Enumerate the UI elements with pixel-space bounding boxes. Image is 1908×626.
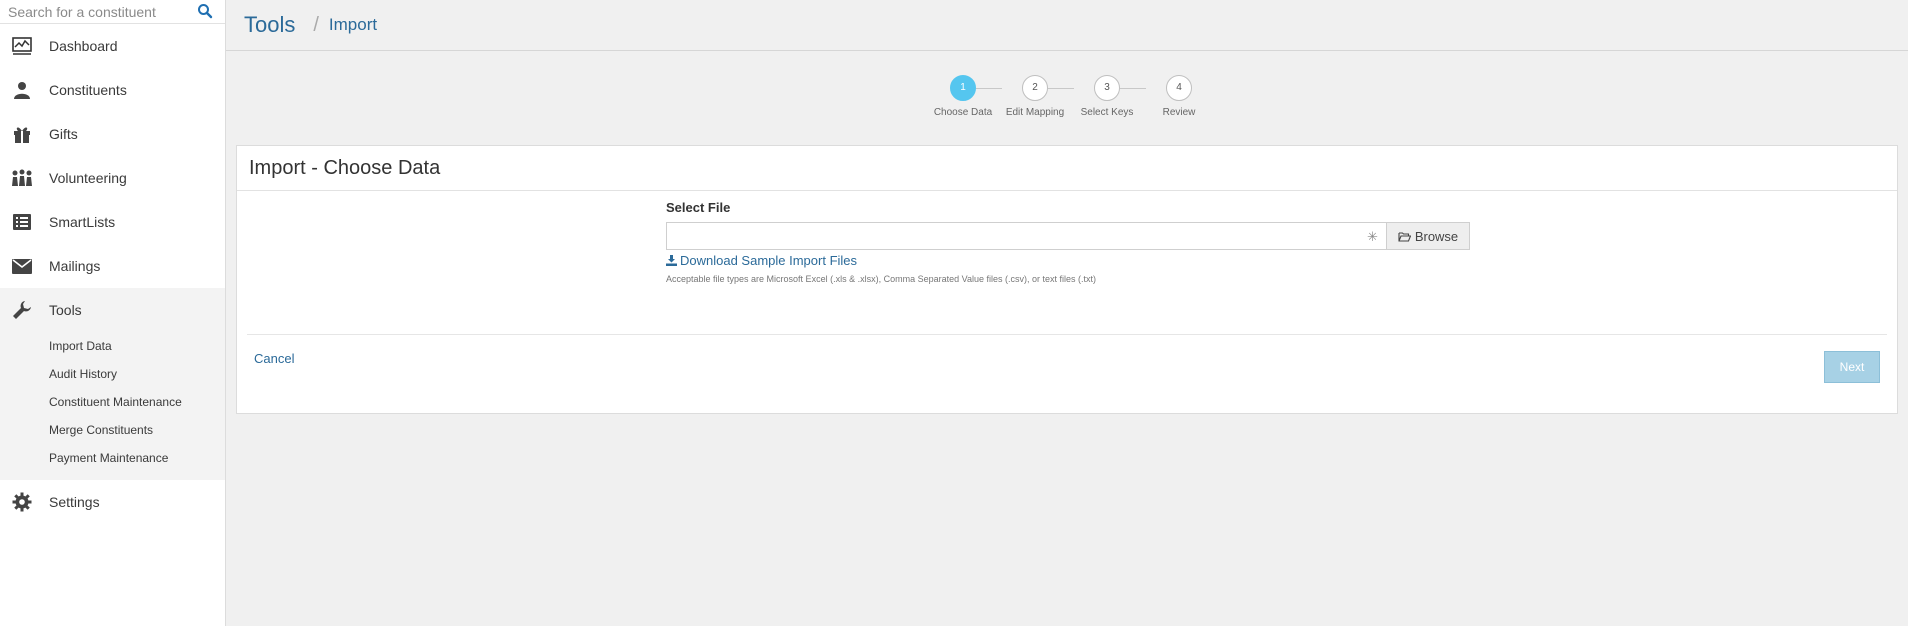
volunteers-icon (11, 167, 33, 189)
step-number: 3 (1094, 75, 1120, 101)
wrench-icon (11, 299, 33, 321)
browse-button[interactable]: Browse (1386, 222, 1470, 250)
step-number: 1 (950, 75, 976, 101)
sidebar-item-dashboard[interactable]: Dashboard (0, 24, 225, 68)
step-review: 4 Review (1134, 75, 1224, 118)
download-sample-link[interactable]: Download Sample Import Files (666, 253, 857, 268)
sidebar-subitem-audit-history[interactable]: Audit History (0, 360, 225, 388)
tools-group: Tools Import Data Audit History Constitu… (0, 288, 225, 480)
sidebar-subitem-merge-constituents[interactable]: Merge Constituents (0, 416, 225, 444)
envelope-icon (11, 255, 33, 277)
sidebar-subitem-payment-maintenance[interactable]: Payment Maintenance (0, 444, 225, 472)
sidebar-item-label: Mailings (49, 258, 101, 274)
sidebar-item-label: Volunteering (49, 170, 127, 186)
list-icon (11, 211, 33, 233)
dashboard-icon (11, 35, 33, 57)
sidebar-item-label: Gifts (49, 126, 78, 142)
sidebar-item-label: SmartLists (49, 214, 116, 230)
search-bar (0, 0, 225, 24)
sidebar-item-label: Tools (49, 302, 82, 318)
footer-divider (247, 334, 1887, 335)
download-icon (666, 255, 677, 266)
panel-title: Import - Choose Data (237, 146, 1897, 191)
import-stepper: 1 Choose Data 2 Edit Mapping 3 Select Ke… (920, 75, 1200, 135)
next-button[interactable]: Next (1824, 351, 1880, 383)
sidebar-item-label: Constituents (49, 82, 127, 98)
select-file-label: Select File (666, 200, 731, 215)
sidebar-item-gifts[interactable]: Gifts (0, 112, 225, 156)
step-number: 4 (1166, 75, 1192, 101)
breadcrumb-import: Import (328, 15, 378, 34)
person-icon (11, 79, 33, 101)
sidebar-item-volunteering[interactable]: Volunteering (0, 156, 225, 200)
gear-icon (11, 491, 33, 513)
breadcrumb-separator: / (313, 13, 319, 36)
download-link-label: Download Sample Import Files (680, 253, 858, 268)
sidebar-item-mailings[interactable]: Mailings (0, 244, 225, 288)
step-label: Review (1162, 107, 1196, 118)
file-types-help: Acceptable file types are Microsoft Exce… (666, 274, 1096, 284)
sidebar: Dashboard Constituents Gifts Volunteerin… (0, 0, 226, 626)
sidebar-item-tools[interactable]: Tools (0, 288, 225, 332)
search-icon[interactable] (197, 3, 213, 19)
sidebar-item-constituents[interactable]: Constituents (0, 68, 225, 112)
file-path-input[interactable]: ✳ (666, 222, 1387, 250)
search-input[interactable] (8, 3, 188, 20)
step-number: 2 (1022, 75, 1048, 101)
cancel-button[interactable]: Cancel (254, 351, 294, 366)
folder-open-icon (1398, 231, 1411, 242)
sidebar-item-label: Dashboard (49, 38, 118, 54)
spinner-icon: ✳ (1367, 229, 1378, 244)
sidebar-item-settings[interactable]: Settings (0, 480, 225, 524)
sidebar-subitem-import-data[interactable]: Import Data (0, 332, 225, 360)
sidebar-item-label: Settings (49, 494, 100, 510)
import-panel: Import - Choose Data Select File ✳ Brows… (236, 145, 1898, 414)
browse-label: Browse (1414, 228, 1459, 244)
sidebar-subitem-constituent-maintenance[interactable]: Constituent Maintenance (0, 388, 225, 416)
breadcrumb-tools[interactable]: Tools (244, 12, 295, 38)
gift-icon (11, 123, 33, 145)
page-header: Tools / Import (226, 0, 1908, 51)
sidebar-item-smartlists[interactable]: SmartLists (0, 200, 225, 244)
